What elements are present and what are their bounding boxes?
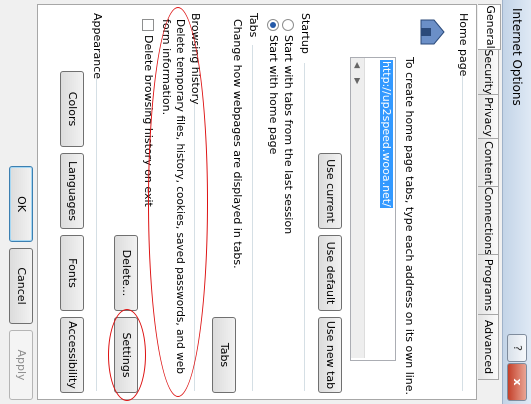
- use-current-button[interactable]: Use current: [318, 153, 342, 229]
- annotation-ellipse: [108, 309, 146, 401]
- delete-history-button[interactable]: Delete...: [114, 235, 138, 311]
- home-page-group-label: Home page: [457, 13, 470, 77]
- tab-privacy[interactable]: Privacy: [478, 94, 499, 140]
- close-button[interactable]: x: [507, 363, 527, 401]
- ok-button[interactable]: OK: [9, 166, 33, 242]
- use-new-tab-button[interactable]: Use new tab: [318, 317, 342, 393]
- colors-button[interactable]: Colors: [60, 71, 84, 147]
- delete-on-exit-checkbox[interactable]: [142, 19, 154, 31]
- use-default-button[interactable]: Use default: [318, 235, 342, 311]
- divider: [304, 63, 305, 391]
- help-button[interactable]: ?: [507, 334, 527, 362]
- tabs-description: Change how webpages are displayed in tab…: [231, 19, 244, 269]
- url-scrollbar[interactable]: ◀ ▶: [351, 58, 365, 358]
- tab-security[interactable]: Security: [478, 48, 499, 96]
- home-page-url: http://up2speed.wooa.net/: [380, 60, 393, 208]
- appearance-group-label: Appearance: [91, 13, 104, 80]
- title-bar: Internet Options ? x: [502, 0, 531, 404]
- apply-button[interactable]: Apply: [9, 330, 33, 400]
- start-last-session-radio[interactable]: [282, 19, 294, 31]
- annotation-ellipse: [148, 7, 208, 397]
- internet-options-window: Internet Options ? x General Security Pr…: [0, 0, 531, 404]
- tab-programs[interactable]: Programs: [478, 254, 499, 316]
- tabs-group-label: Tabs: [247, 13, 260, 38]
- tab-content[interactable]: Content: [478, 138, 499, 188]
- tabs-settings-button[interactable]: Tabs: [212, 317, 236, 393]
- cancel-button[interactable]: Cancel: [9, 248, 33, 324]
- accessibility-button[interactable]: Accessibility: [60, 317, 84, 393]
- window-title: Internet Options: [510, 8, 524, 106]
- start-home-page-label: Start with home page: [267, 35, 280, 155]
- tab-advanced[interactable]: Advanced: [478, 314, 499, 380]
- tab-strip: General Security Privacy Content Connect…: [477, 4, 501, 400]
- divider: [96, 79, 97, 391]
- languages-button[interactable]: Languages: [60, 153, 84, 229]
- startup-group-label: Startup: [299, 13, 312, 54]
- tab-connections[interactable]: Connections: [478, 186, 499, 256]
- scroll-right-icon[interactable]: ▶: [351, 78, 364, 84]
- divider: [252, 45, 253, 391]
- home-page-icon: [418, 17, 448, 47]
- general-tab-panel: Home page To create home page tabs, type…: [37, 4, 477, 401]
- start-home-page-radio[interactable]: [267, 19, 279, 31]
- divider: [462, 75, 463, 391]
- home-page-url-field[interactable]: http://up2speed.wooa.net/ ◀ ▶: [350, 57, 396, 361]
- tab-general[interactable]: General: [478, 4, 501, 50]
- home-page-instruction: To create home page tabs, type each addr…: [403, 57, 416, 396]
- fonts-button[interactable]: Fonts: [60, 235, 84, 311]
- scroll-left-icon[interactable]: ◀: [351, 62, 364, 68]
- start-last-session-label: Start with tabs from the last session: [282, 35, 295, 235]
